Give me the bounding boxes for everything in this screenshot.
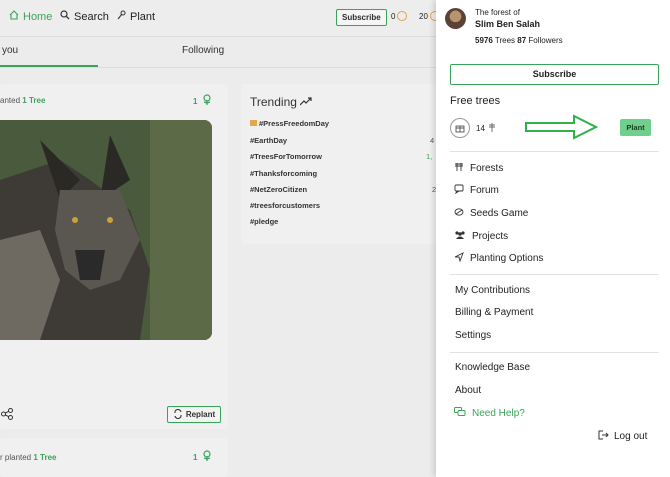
tree-icon (488, 123, 496, 134)
need-help-label: Need Help? (472, 408, 525, 419)
free-trees-count-value: 14 (476, 124, 485, 133)
nav-search-label: Search (74, 10, 109, 23)
menu-item-projects[interactable]: Projects (454, 230, 508, 243)
menu-label: Planting Options (470, 253, 544, 264)
free-trees-title: Free trees (450, 95, 501, 107)
trending-up-icon (299, 95, 312, 109)
trees-label: Trees (494, 36, 516, 45)
trending-item[interactable]: #NetZeroCitizen (250, 185, 307, 194)
home-icon (9, 10, 19, 23)
followers-label: Followers (528, 36, 563, 45)
seeds-count: 0 (391, 11, 396, 21)
menu-item-seeds-game[interactable]: Seeds Game (454, 207, 528, 220)
post-photo-wolf[interactable] (0, 120, 212, 340)
post-tree-count: 1 (193, 94, 213, 108)
top-navbar: Home Search Plant Subscribe 0 20 (0, 0, 440, 37)
menu-label: Forum (470, 185, 499, 196)
people-icon (454, 230, 466, 243)
post-meta: anted 1 Tree (0, 96, 45, 105)
search-icon (60, 10, 70, 23)
coin-icon (397, 11, 408, 21)
post-count-value: 1 (193, 452, 198, 462)
trending-value: 4 (430, 136, 435, 145)
trending-value: 1, (426, 152, 433, 161)
trending-title: Trending (250, 95, 312, 109)
trending-title-text: Trending (250, 95, 297, 109)
nav-home[interactable]: Home (9, 10, 52, 23)
header-subscribe-button[interactable]: Subscribe (336, 9, 387, 26)
tree-icon (201, 450, 213, 464)
menu-item-forests[interactable]: Forests (454, 162, 503, 175)
nav-search[interactable]: Search (60, 10, 109, 23)
divider (450, 274, 659, 275)
post-tree-link[interactable]: 1 Tree (22, 96, 45, 105)
tree-icon (201, 94, 213, 108)
post-card: r planted 1 Tree 1 (0, 438, 228, 477)
post-meta: r planted 1 Tree (0, 453, 57, 462)
menu-item-forum[interactable]: Forum (454, 184, 499, 197)
forest-of-label: The forest of (475, 8, 520, 17)
forest-icon (454, 162, 464, 175)
menu-item-about[interactable]: About (455, 385, 481, 396)
logout-label: Log out (614, 431, 648, 442)
menu-label: Forests (470, 163, 504, 174)
post-tree-count: 1 (193, 450, 213, 464)
plant-icon (116, 10, 126, 23)
seed-icon (454, 207, 464, 220)
arrow-annotation (524, 114, 599, 145)
divider (450, 151, 659, 152)
replant-label: Replant (185, 410, 216, 419)
plant-button[interactable]: Plant (620, 119, 651, 136)
chat-icon (454, 184, 464, 197)
menu-item-planting-options[interactable]: Planting Options (454, 252, 543, 265)
logout-button[interactable]: Log out (598, 430, 647, 443)
subscribe-button[interactable]: Subscribe (450, 64, 659, 85)
newspaper-icon (250, 120, 257, 126)
user-stats: 5976 Trees 87 Followers (475, 36, 563, 45)
menu-item-billing-payment[interactable]: Billing & Payment (455, 307, 533, 318)
send-icon (454, 252, 464, 265)
followers-count: 87 (517, 36, 527, 45)
divider (450, 352, 659, 353)
menu-label: Projects (472, 231, 509, 242)
free-trees-count: 14 (476, 123, 496, 134)
menu-item-my-contributions[interactable]: My Contributions (455, 285, 530, 296)
tab-for-you[interactable]: you (2, 45, 18, 56)
active-tab-indicator (0, 65, 98, 67)
gift-icon (450, 118, 470, 138)
trending-item[interactable]: #TreesForTomorrow (250, 152, 322, 161)
help-chat-icon (454, 407, 466, 420)
nav-plant-label: Plant (130, 10, 156, 23)
post-count-value: 1 (193, 96, 198, 106)
logout-icon (598, 430, 609, 443)
post-meta-text: r planted (0, 453, 32, 462)
menu-item-settings[interactable]: Settings (455, 330, 491, 341)
menu-item-knowledge-base[interactable]: Knowledge Base (455, 362, 530, 373)
trending-item[interactable]: #treesforcustomers (250, 201, 320, 210)
nav-home-label: Home (23, 10, 53, 23)
avatar[interactable] (445, 8, 466, 29)
nav-plant[interactable]: Plant (116, 10, 155, 23)
share-icon[interactable] (1, 407, 13, 425)
need-help-link[interactable]: Need Help? (454, 407, 525, 420)
trending-item[interactable]: #PressFreedomDay (250, 119, 329, 128)
post-tree-link[interactable]: 1 Tree (33, 453, 56, 462)
user-name[interactable]: Slim Ben Salah (475, 19, 540, 29)
trending-item[interactable]: #EarthDay (250, 136, 287, 145)
trees-count-header: 20 (419, 11, 428, 21)
seeds-counter[interactable]: 0 (391, 11, 408, 21)
trending-item[interactable]: #pledge (250, 217, 278, 226)
tab-following[interactable]: Following (182, 45, 224, 56)
trees-count: 5976 (475, 36, 493, 45)
user-drawer-panel: The forest of Slim Ben Salah 5976 Trees … (436, 0, 670, 477)
menu-label: Seeds Game (470, 208, 529, 219)
post-meta-text: anted (0, 96, 21, 105)
replant-button[interactable]: Replant (167, 406, 221, 423)
replant-icon (173, 408, 183, 421)
trending-item[interactable]: #Thanksforcoming (250, 169, 317, 178)
feed-tabs: you Following (0, 37, 440, 68)
